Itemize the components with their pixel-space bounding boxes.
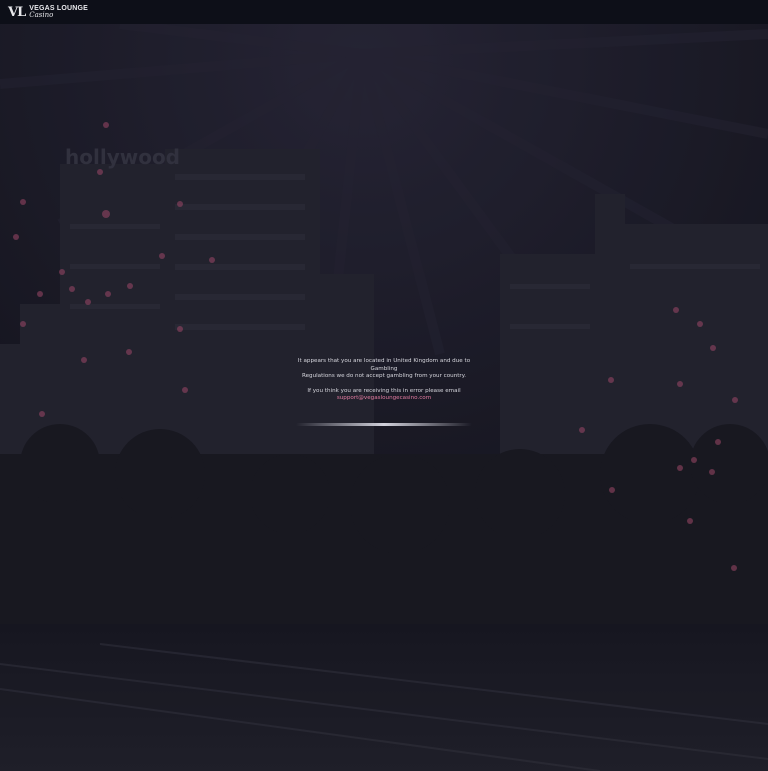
notice-line-1: It appears that you are located in Unite… [297, 358, 471, 372]
support-email-link[interactable]: support@vegasloungecasino.com [337, 395, 431, 401]
logo-mark: VL [8, 4, 26, 20]
glow-divider [296, 423, 472, 426]
geo-restriction-notice: It appears that you are located in Unite… [284, 358, 484, 403]
top-bar: VL VEGAS LOUNGE Casino [0, 0, 768, 24]
notice-spacer [284, 381, 484, 388]
notice-line-3: If you think you are receiving this in e… [307, 387, 461, 394]
logo-wordmark: VEGAS LOUNGE Casino [29, 5, 88, 19]
notice-line-2: Regulations we do not accept gambling fr… [301, 373, 467, 379]
logo-subtitle: Casino [29, 11, 54, 19]
site-logo[interactable]: VL VEGAS LOUNGE Casino [8, 5, 88, 20]
